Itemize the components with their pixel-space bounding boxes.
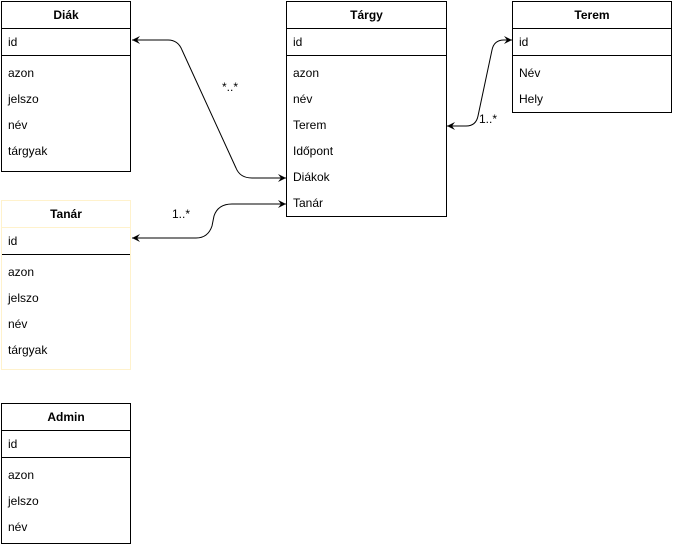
- multiplicity-tanar-targy: 1..*: [172, 207, 191, 221]
- entity-field: Diákok: [293, 170, 330, 184]
- entity-title: Tárgy: [287, 2, 446, 29]
- multiplicity-diak-targy: *..*: [222, 80, 239, 94]
- entity-field: tárgyak: [8, 343, 48, 357]
- entity-title: Diák: [2, 2, 130, 29]
- connector-tanar-targy: [132, 200, 286, 242]
- entity-field: jelszo: [8, 494, 39, 508]
- multiplicity-terem-targy: 1..*: [479, 112, 498, 126]
- entity-field: Tanár: [293, 196, 324, 210]
- entity-terem[interactable]: Terem id Név Hely: [512, 1, 672, 113]
- entity-field: Terem: [293, 118, 327, 132]
- entity-admin[interactable]: Admin id azon jelszo név: [1, 403, 131, 544]
- entity-title: Admin: [2, 404, 130, 431]
- entity-key-field: id: [513, 29, 671, 56]
- entity-field: név: [8, 520, 28, 534]
- entity-field: jelszo: [8, 291, 39, 305]
- entity-key-field: id: [2, 431, 130, 458]
- entity-field: név: [8, 317, 28, 331]
- entity-field: azon: [8, 66, 35, 80]
- entity-field: Időpont: [293, 144, 334, 158]
- entity-key-field: id: [2, 29, 130, 56]
- entity-key-field: id: [287, 29, 446, 56]
- entity-tanar[interactable]: Tanár id azon jelszo név tárgyak: [1, 200, 131, 370]
- entity-targy[interactable]: Tárgy id azon név Terem Időpont Diákok T…: [286, 1, 447, 217]
- entity-field: azon: [8, 265, 35, 279]
- entity-field: Név: [519, 66, 541, 80]
- entity-title: Terem: [513, 2, 671, 29]
- entity-field: tárgyak: [8, 144, 48, 158]
- connector-diak-targy: [132, 36, 286, 182]
- entity-field: azon: [8, 468, 35, 482]
- entity-diak[interactable]: Diák id azon jelszo név tárgyak: [1, 1, 131, 172]
- entity-key-field: id: [2, 228, 130, 255]
- entity-field: azon: [293, 66, 320, 80]
- entity-field: Hely: [519, 92, 544, 106]
- entity-field: név: [8, 118, 28, 132]
- entity-title: Tanár: [2, 201, 130, 228]
- entity-field: név: [293, 92, 313, 106]
- entity-field: jelszo: [8, 92, 39, 106]
